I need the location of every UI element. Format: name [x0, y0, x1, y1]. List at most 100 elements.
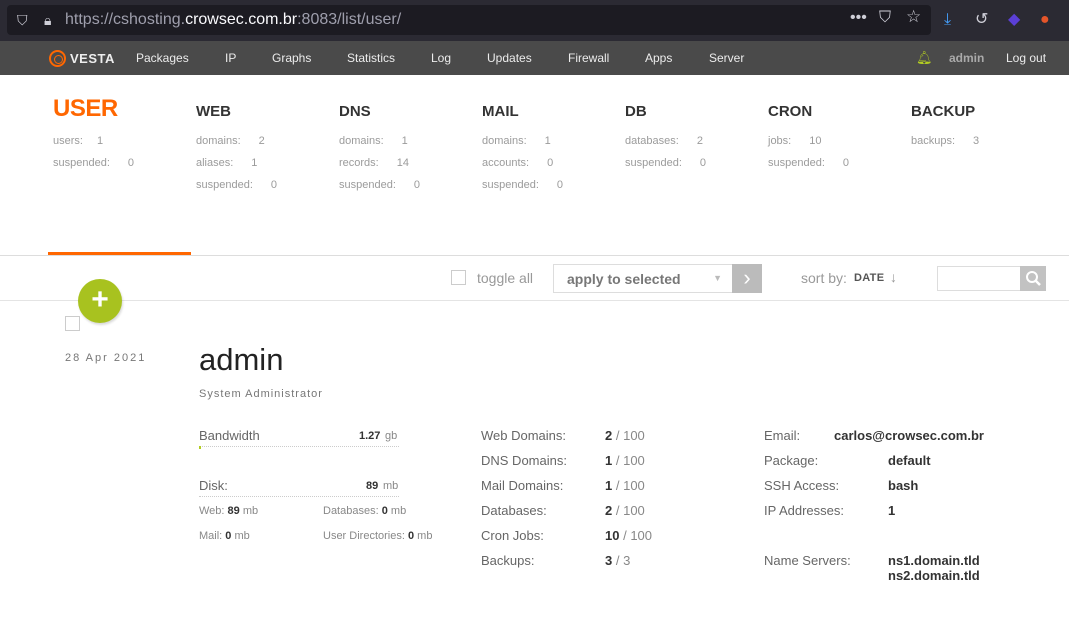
bulk-action-select[interactable]: apply to selected ▼ — [553, 264, 733, 293]
search-button[interactable] — [1020, 266, 1046, 291]
notification-bell-icon[interactable]: 🔔︎ — [916, 50, 933, 66]
history-icon[interactable]: ↺ — [975, 11, 988, 29]
package-label: Package: — [764, 453, 819, 468]
disk-web: Web: 89 mb — [199, 505, 259, 517]
limit-label: Backups: — [481, 553, 535, 568]
bandwidth-bar-track — [199, 446, 399, 447]
logo-icon — [49, 49, 66, 67]
tab-backup[interactable]: BACKUP backups: 3 — [911, 100, 979, 152]
toggle-all-label[interactable]: toggle all — [477, 270, 533, 286]
limit-value: 1 / 100 — [605, 478, 645, 493]
chevron-right-icon: › — [743, 265, 751, 290]
toggle-all-checkbox[interactable] — [451, 270, 466, 285]
tab-stat: suspended: 0 — [482, 179, 564, 191]
user-name[interactable]: admin — [199, 343, 283, 377]
user-role: System Administrator — [199, 388, 323, 400]
limit-label: DNS Domains: — [481, 453, 567, 468]
divider — [0, 300, 1069, 301]
tab-title: DNS — [339, 103, 371, 120]
tab-title: DB — [625, 103, 647, 120]
extension-icon[interactable]: ◆ — [1008, 11, 1020, 29]
logo-text: VESTA — [70, 50, 115, 66]
limit-value: 10 / 100 — [605, 528, 653, 543]
nav-updates[interactable]: Updates — [487, 51, 532, 65]
ip-label: IP Addresses: — [764, 503, 844, 518]
add-user-button[interactable]: + — [78, 279, 122, 323]
nav-graphs[interactable]: Graphs — [272, 51, 311, 65]
tab-stat: suspended: 0 — [196, 179, 278, 191]
tab-cron[interactable]: CRON jobs: 10 suspended: 0 — [768, 100, 849, 174]
nav-firewall[interactable]: Firewall — [568, 51, 609, 65]
nav-apps[interactable]: Apps — [645, 51, 672, 65]
limit-label: Mail Domains: — [481, 478, 564, 493]
tab-web[interactable]: WEB domains: 2 aliases: 1 suspended: 0 — [196, 100, 277, 196]
sort-by-label: sort by: — [801, 270, 847, 286]
bandwidth-bar-fill — [199, 446, 201, 449]
tab-title: USER — [53, 95, 118, 122]
row-checkbox[interactable] — [65, 316, 80, 331]
pocket-icon[interactable]: ⛉ — [879, 10, 891, 26]
tab-dns[interactable]: DNS domains: 1 records: 14 suspended: 0 — [339, 100, 420, 196]
disk-bar-track — [199, 496, 399, 497]
limit-value: 3 / 3 — [605, 553, 631, 568]
tab-stat: accounts: 0 — [482, 157, 554, 169]
tab-user[interactable]: USER users: 1 suspended: 0 — [53, 95, 134, 174]
extension-fox-icon[interactable]: ● — [1040, 11, 1050, 29]
bookmark-star-icon[interactable]: ☆ — [906, 8, 921, 25]
limit-label: Web Domains: — [481, 428, 567, 443]
disk-user-directories: User Directories: 0 mb — [323, 530, 433, 542]
page-actions-icon[interactable]: ••• — [850, 10, 867, 26]
ssh-value: bash — [888, 478, 919, 493]
tab-title: CRON — [768, 103, 813, 120]
disk-value: 89 — [366, 480, 379, 492]
url-text[interactable]: https://cshosting.crowsec.com.br:8083/li… — [65, 11, 401, 29]
disk-mail: Mail: 0 mb — [199, 530, 250, 542]
disk-label: Disk: — [199, 478, 228, 493]
tab-stat: users: 1 — [53, 135, 104, 147]
address-bar[interactable]: ⛉ 🔒︎ https://cshosting.crowsec.com.br:80… — [7, 5, 931, 35]
vesta-logo[interactable]: VESTA — [49, 49, 115, 67]
tab-stat: jobs: 10 — [768, 135, 822, 147]
tab-stat: suspended: 0 — [339, 179, 421, 191]
disk-unit: mb — [383, 480, 399, 492]
email-label: Email: — [764, 428, 801, 443]
sort-direction-icon[interactable]: ↓ — [890, 269, 897, 285]
chevron-down-icon: ▼ — [713, 273, 722, 283]
bandwidth-value: 1.27 — [359, 430, 381, 442]
tab-mail[interactable]: MAIL domains: 1 accounts: 0 suspended: 0 — [482, 100, 563, 196]
lock-warning-icon[interactable]: 🔒︎ — [44, 12, 51, 28]
logout-link[interactable]: Log out — [1006, 51, 1046, 65]
nav-ip[interactable]: IP — [225, 51, 236, 65]
bulk-action-value: apply to selected — [567, 271, 681, 287]
disk-databases: Databases: 0 mb — [323, 505, 407, 517]
limit-value: 2 / 100 — [605, 503, 645, 518]
limit-value: 1 / 100 — [605, 453, 645, 468]
nav-statistics[interactable]: Statistics — [347, 51, 395, 65]
ssh-label: SSH Access: — [764, 478, 840, 493]
nav-server[interactable]: Server — [709, 51, 744, 65]
shield-icon[interactable]: ⛉ — [17, 12, 28, 28]
name-server-1: ns1.domain.tld — [888, 553, 980, 568]
nav-packages[interactable]: Packages — [136, 51, 189, 65]
divider — [0, 255, 1069, 256]
search-input[interactable] — [937, 266, 1021, 291]
nav-log[interactable]: Log — [431, 51, 451, 65]
tab-db[interactable]: DB databases: 2 suspended: 0 — [625, 100, 706, 174]
package-value: default — [888, 453, 931, 468]
tab-stat: suspended: 0 — [768, 157, 850, 169]
tab-title: BACKUP — [911, 103, 976, 120]
email-value: carlos@crowsec.com.br — [834, 428, 984, 443]
tab-title: MAIL — [482, 103, 519, 120]
tab-stat: domains: 1 — [339, 135, 408, 147]
limit-value: 2 / 100 — [605, 428, 645, 443]
apply-button[interactable]: › — [732, 264, 762, 293]
sort-by-value[interactable]: DATE — [854, 272, 884, 284]
bandwidth-label: Bandwidth — [199, 428, 260, 443]
download-icon[interactable]: ⤓ — [944, 11, 951, 29]
nav-user[interactable]: admin — [949, 51, 984, 65]
tab-stat: databases: 2 — [625, 135, 703, 147]
user-date: 28 Apr 2021 — [65, 352, 147, 364]
tab-stat: suspended: 0 — [625, 157, 707, 169]
ip-value: 1 — [888, 503, 896, 518]
top-navigation: VESTA Packages IP Graphs Statistics Log … — [0, 41, 1069, 75]
